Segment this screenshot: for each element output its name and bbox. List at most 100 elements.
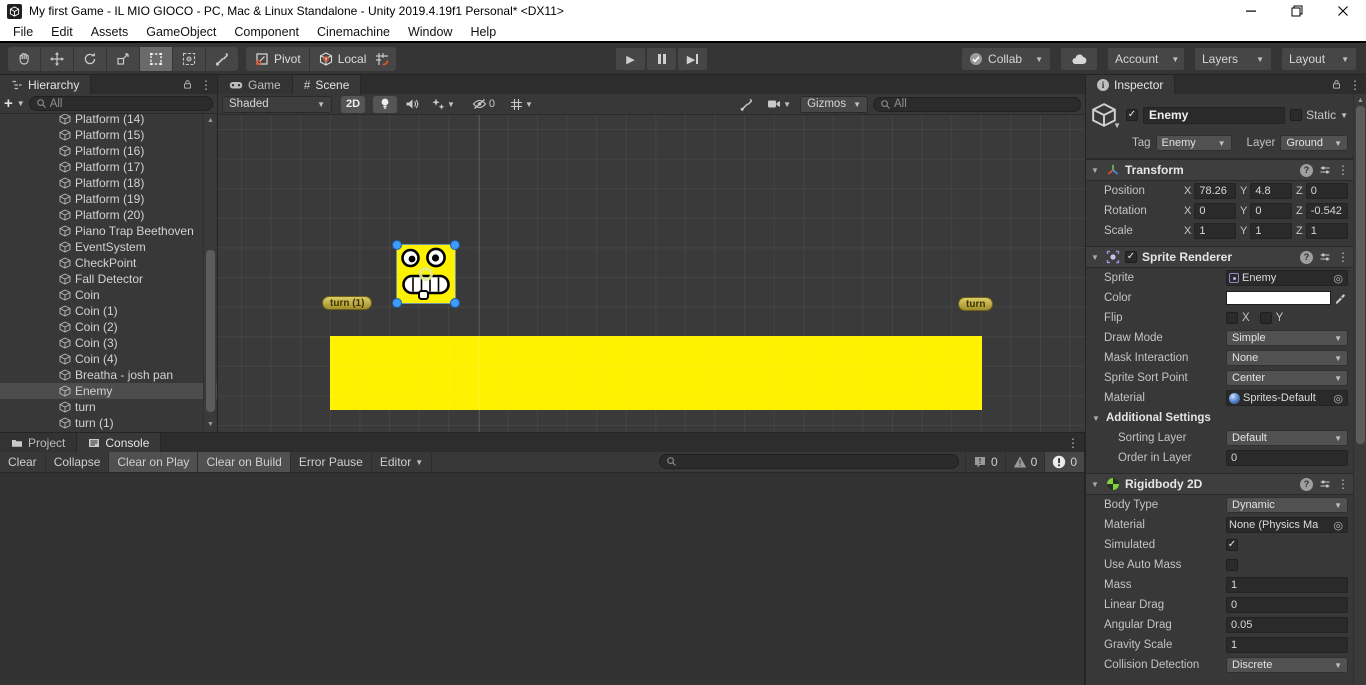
- presets-icon[interactable]: [1319, 251, 1331, 263]
- hierarchy-item[interactable]: Platform (15): [0, 127, 217, 143]
- hierarchy-item-selected[interactable]: Enemy: [0, 383, 217, 399]
- grid-visibility-button[interactable]: ▼: [506, 96, 537, 113]
- material-object-field[interactable]: Sprites-Default ◎: [1226, 390, 1348, 406]
- transform-tool-button[interactable]: [173, 47, 205, 71]
- hierarchy-item[interactable]: Coin (2): [0, 319, 217, 335]
- scale-z-field[interactable]: 1: [1305, 223, 1348, 239]
- foldout-icon[interactable]: ▼: [1091, 480, 1101, 489]
- effects-toggle-button[interactable]: ▼: [427, 96, 459, 113]
- hierarchy-item[interactable]: Platform (14): [0, 114, 217, 127]
- minimize-button[interactable]: [1228, 0, 1274, 22]
- eyedropper-icon[interactable]: [1331, 290, 1348, 306]
- console-collapse-button[interactable]: Collapse: [46, 452, 110, 472]
- component-menu-icon[interactable]: ⋮: [1337, 477, 1349, 491]
- collision-detection-dropdown[interactable]: Discrete ▼: [1226, 657, 1348, 673]
- hierarchy-scrollbar[interactable]: ▲ ▼: [203, 114, 216, 431]
- hand-tool-button[interactable]: [8, 47, 40, 71]
- lighting-toggle-button[interactable]: [373, 95, 397, 113]
- menu-assets[interactable]: Assets: [82, 21, 138, 42]
- lock-icon[interactable]: [1331, 79, 1342, 90]
- panel-menu-icon[interactable]: ⋮: [200, 78, 212, 92]
- physics-material-field[interactable]: None (Physics Ma ◎: [1226, 517, 1348, 533]
- hierarchy-item[interactable]: Fall Detector: [0, 271, 217, 287]
- linear-drag-field[interactable]: 0: [1226, 597, 1348, 613]
- hierarchy-item[interactable]: Piano Trap Beethoven: [0, 223, 217, 239]
- hierarchy-item[interactable]: Coin: [0, 287, 217, 303]
- draw-mode-dropdown[interactable]: Simple ▼: [1226, 330, 1348, 346]
- scrollbar-thumb[interactable]: [1356, 106, 1365, 444]
- scale-y-field[interactable]: 1: [1250, 223, 1292, 239]
- local-toggle-button[interactable]: Local: [309, 47, 375, 71]
- hierarchy-item[interactable]: Platform (20): [0, 207, 217, 223]
- rect-handle-topright[interactable]: [450, 240, 460, 250]
- tab-hierarchy[interactable]: Hierarchy: [0, 75, 92, 94]
- flip-y-checkbox[interactable]: [1259, 312, 1272, 324]
- help-icon[interactable]: ?: [1300, 163, 1313, 177]
- add-gameobject-button[interactable]: +: [4, 96, 13, 111]
- presets-icon[interactable]: [1319, 478, 1331, 490]
- hierarchy-search-input[interactable]: All: [28, 96, 213, 111]
- object-picker-icon[interactable]: ◎: [1331, 272, 1345, 285]
- tab-game[interactable]: Game: [218, 75, 293, 94]
- gameobject-icon[interactable]: ▼: [1091, 102, 1121, 130]
- sprite-pivot-handle[interactable]: [419, 267, 433, 281]
- restore-button[interactable]: [1274, 0, 1320, 22]
- menu-component[interactable]: Component: [225, 21, 308, 42]
- use-auto-mass-checkbox[interactable]: [1226, 559, 1238, 571]
- foldout-icon[interactable]: ▼: [1091, 253, 1101, 262]
- console-warning-toggle[interactable]: 0: [1004, 452, 1045, 472]
- play-button[interactable]: ▶: [616, 48, 645, 70]
- object-picker-icon[interactable]: ◎: [1331, 519, 1345, 532]
- console-search-input[interactable]: [658, 454, 959, 469]
- scroll-up-icon[interactable]: ▲: [1354, 95, 1366, 106]
- hierarchy-item[interactable]: CheckPoint: [0, 255, 217, 271]
- position-z-field[interactable]: 0: [1305, 183, 1348, 199]
- component-menu-icon[interactable]: ⋮: [1337, 163, 1349, 177]
- tab-inspector[interactable]: i Inspector: [1086, 75, 1176, 94]
- console-editor-dropdown[interactable]: Editor ▼: [372, 452, 433, 472]
- step-button[interactable]: ▶: [678, 48, 707, 70]
- menu-cinemachine[interactable]: Cinemachine: [308, 21, 399, 42]
- foldout-icon[interactable]: ▼: [1091, 166, 1101, 175]
- console-clear-on-build-button[interactable]: Clear on Build: [198, 452, 291, 472]
- pause-button[interactable]: [647, 48, 676, 70]
- toggle-2d-button[interactable]: 2D: [341, 95, 365, 113]
- tag-dropdown[interactable]: Enemy ▼: [1155, 135, 1232, 151]
- scroll-down-icon[interactable]: ▼: [204, 419, 217, 430]
- gizmo-label-turn1[interactable]: turn (1): [322, 296, 373, 310]
- scene-viewport[interactable]: turn (1) turn: [218, 115, 1085, 432]
- hierarchy-item[interactable]: Platform (19): [0, 191, 217, 207]
- console-error-toggle[interactable]: 0: [1044, 452, 1084, 472]
- mask-interaction-dropdown[interactable]: None ▼: [1226, 350, 1348, 366]
- lock-icon[interactable]: [182, 79, 193, 90]
- move-tool-button[interactable]: [41, 47, 73, 71]
- scroll-up-icon[interactable]: ▲: [204, 115, 217, 126]
- object-picker-icon[interactable]: ◎: [1331, 392, 1345, 405]
- rotation-z-field[interactable]: -0.542: [1305, 203, 1348, 219]
- menu-edit[interactable]: Edit: [42, 21, 82, 42]
- account-dropdown[interactable]: Account ▼: [1108, 48, 1184, 70]
- shading-mode-dropdown[interactable]: Shaded ▼: [222, 95, 332, 113]
- hierarchy-item[interactable]: EventSystem: [0, 239, 217, 255]
- console-clear-button[interactable]: Clear: [0, 452, 46, 472]
- flip-x-checkbox[interactable]: [1226, 312, 1238, 324]
- custom-tools-button[interactable]: [206, 47, 238, 71]
- rotation-x-field[interactable]: 0: [1194, 203, 1236, 219]
- cloud-button[interactable]: [1061, 48, 1097, 70]
- menu-help[interactable]: Help: [461, 21, 505, 42]
- panel-menu-icon[interactable]: ⋮: [1067, 436, 1079, 450]
- hierarchy-item[interactable]: Platform (18): [0, 175, 217, 191]
- hierarchy-item[interactable]: turn (1): [0, 415, 217, 431]
- help-icon[interactable]: ?: [1300, 477, 1313, 491]
- gravity-scale-field[interactable]: 1: [1226, 637, 1348, 653]
- color-swatch[interactable]: [1226, 291, 1331, 305]
- hierarchy-item[interactable]: Coin (3): [0, 335, 217, 351]
- menu-window[interactable]: Window: [399, 21, 461, 42]
- transform-header[interactable]: ▼ Transform ? ⋮: [1086, 159, 1354, 181]
- sprite-object-field[interactable]: Enemy ◎: [1226, 270, 1348, 286]
- hierarchy-item[interactable]: Platform (17): [0, 159, 217, 175]
- help-icon[interactable]: ?: [1300, 250, 1313, 264]
- simulated-checkbox[interactable]: ✓: [1226, 539, 1238, 551]
- sprite-renderer-enabled-checkbox[interactable]: ✓: [1125, 251, 1137, 263]
- scene-search-input[interactable]: All: [873, 96, 1081, 112]
